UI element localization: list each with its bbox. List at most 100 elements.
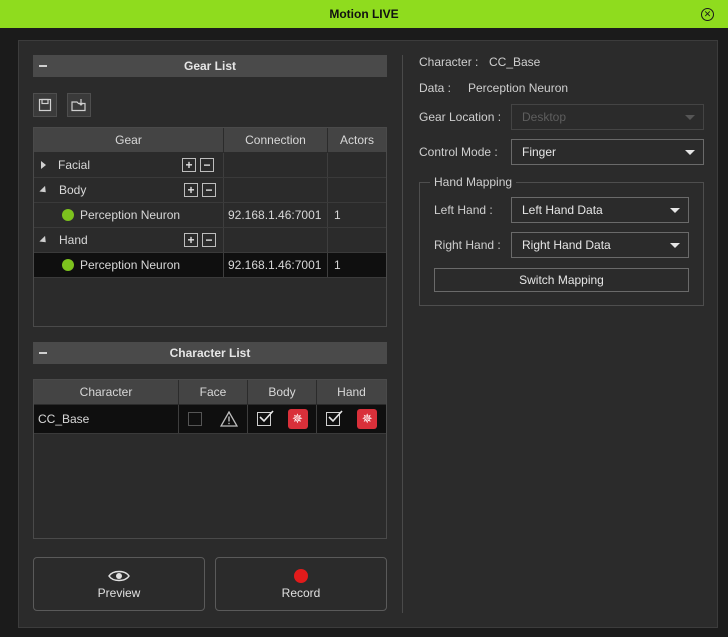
check-icon <box>328 410 343 423</box>
switch-mapping-button[interactable]: Switch Mapping <box>434 268 689 292</box>
device-name: Perception Neuron <box>80 258 181 272</box>
actors-cell <box>328 153 386 177</box>
right-hand-select[interactable]: Right Hand Data <box>511 232 689 258</box>
title-bar: Motion LIVE ✕ <box>0 0 728 28</box>
chevron-down-icon <box>685 115 695 120</box>
gear-table-header: Gear Connection Actors <box>34 128 386 152</box>
face-checkbox[interactable] <box>188 412 202 426</box>
folder-open-icon <box>71 99 86 112</box>
record-icon <box>294 568 308 583</box>
check-icon <box>258 410 274 423</box>
preview-button[interactable]: Preview <box>33 557 205 611</box>
col-connection[interactable]: Connection <box>224 128 328 152</box>
character-name: CC_Base <box>34 405 179 433</box>
character-list-title: Character List <box>169 346 251 360</box>
actors-cell <box>328 178 386 202</box>
gear-location-value: Desktop <box>522 110 567 124</box>
gear-name: Facial <box>58 158 91 172</box>
hand-settings-gear-icon[interactable]: ✵ <box>357 409 378 429</box>
actors-cell: 1 <box>334 258 341 272</box>
warning-icon <box>220 411 238 427</box>
panel-divider <box>402 55 403 613</box>
status-connected-icon <box>62 259 74 271</box>
hand-cell: ✵ <box>317 405 386 433</box>
connection-cell: 92.168.1.46:7001 <box>224 253 328 277</box>
left-hand-label: Left Hand : <box>434 203 493 217</box>
gear-name: Body <box>59 183 87 197</box>
col-hand[interactable]: Hand <box>317 380 386 404</box>
remove-button[interactable]: − <box>202 183 216 197</box>
control-mode-value: Finger <box>522 145 557 159</box>
window-title: Motion LIVE <box>329 7 399 21</box>
connection-cell <box>224 228 328 252</box>
preview-label: Preview <box>97 585 141 600</box>
character-list-header[interactable]: Character List <box>33 342 387 364</box>
status-connected-icon <box>62 209 74 221</box>
chevron-down-icon <box>670 243 680 248</box>
gear-list-header[interactable]: Gear List <box>33 55 387 77</box>
add-button[interactable]: + <box>184 183 198 197</box>
col-body[interactable]: Body <box>248 380 317 404</box>
collapse-icon <box>39 352 47 354</box>
collapse-icon[interactable] <box>39 235 49 245</box>
hand-checkbox[interactable] <box>325 410 343 426</box>
gear-table: Gear Connection Actors Facial + − Body +… <box>33 127 387 327</box>
face-cell <box>179 405 248 433</box>
data-label: Data : <box>419 81 452 95</box>
remove-button[interactable]: − <box>202 233 216 247</box>
control-mode-select[interactable]: Finger <box>511 139 704 165</box>
connection-cell <box>224 153 328 177</box>
right-hand-value: Right Hand Data <box>522 238 611 252</box>
expand-icon[interactable] <box>41 161 46 169</box>
switch-mapping-label: Switch Mapping <box>519 273 604 287</box>
gear-row-body-device[interactable]: Perception Neuron 92.168.1.46:7001 1 <box>34 203 386 228</box>
data-value: Perception Neuron <box>468 81 569 95</box>
load-button[interactable] <box>67 93 91 117</box>
gear-row-hand[interactable]: Hand + − <box>34 228 386 253</box>
save-icon <box>38 98 52 112</box>
character-table: Character Face Body Hand CC_Base ✵ ✵ <box>33 379 387 539</box>
record-button[interactable]: Record <box>215 557 387 611</box>
left-hand-select[interactable]: Left Hand Data <box>511 197 689 223</box>
col-gear[interactable]: Gear <box>34 128 224 152</box>
character-value: CC_Base <box>489 55 541 69</box>
hand-mapping-title: Hand Mapping <box>430 175 517 189</box>
gear-location-label: Gear Location : <box>419 110 502 124</box>
connection-cell <box>224 178 328 202</box>
record-label: Record <box>281 585 321 600</box>
col-actors[interactable]: Actors <box>328 128 386 152</box>
right-hand-label: Right Hand : <box>434 238 501 252</box>
gear-name: Hand <box>59 233 88 247</box>
body-checkbox[interactable] <box>256 410 274 426</box>
chevron-down-icon <box>670 208 680 213</box>
close-icon[interactable]: ✕ <box>701 8 714 21</box>
hand-mapping-group: Hand Mapping Left Hand : Left Hand Data … <box>419 175 704 306</box>
collapse-icon[interactable] <box>39 185 49 195</box>
left-hand-value: Left Hand Data <box>522 203 603 217</box>
add-button[interactable]: + <box>184 233 198 247</box>
main-panel: Gear List Gear Connection Actors Facial … <box>18 40 718 628</box>
remove-button[interactable]: − <box>200 158 214 172</box>
eye-icon <box>108 570 130 581</box>
save-button[interactable] <box>33 93 57 117</box>
actors-cell: 1 <box>334 208 341 222</box>
chevron-down-icon <box>685 150 695 155</box>
body-cell: ✵ <box>248 405 317 433</box>
gear-location-select: Desktop <box>511 104 704 130</box>
gear-list-title: Gear List <box>183 59 237 73</box>
actors-cell <box>328 228 386 252</box>
gear-row-hand-device[interactable]: Perception Neuron 92.168.1.46:7001 1 <box>34 253 386 278</box>
body-settings-gear-icon[interactable]: ✵ <box>287 409 308 429</box>
add-button[interactable]: + <box>182 158 196 172</box>
character-label: Character : <box>419 55 479 69</box>
character-row[interactable]: CC_Base ✵ ✵ <box>34 405 386 434</box>
gear-row-body[interactable]: Body + − <box>34 178 386 203</box>
character-table-header: Character Face Body Hand <box>34 380 386 404</box>
gear-row-facial[interactable]: Facial + − <box>34 153 386 178</box>
device-name: Perception Neuron <box>80 208 181 222</box>
col-face[interactable]: Face <box>179 380 248 404</box>
connection-cell: 92.168.1.46:7001 <box>224 203 328 227</box>
control-mode-label: Control Mode : <box>419 145 498 159</box>
col-character[interactable]: Character <box>34 380 179 404</box>
collapse-icon <box>39 65 47 67</box>
